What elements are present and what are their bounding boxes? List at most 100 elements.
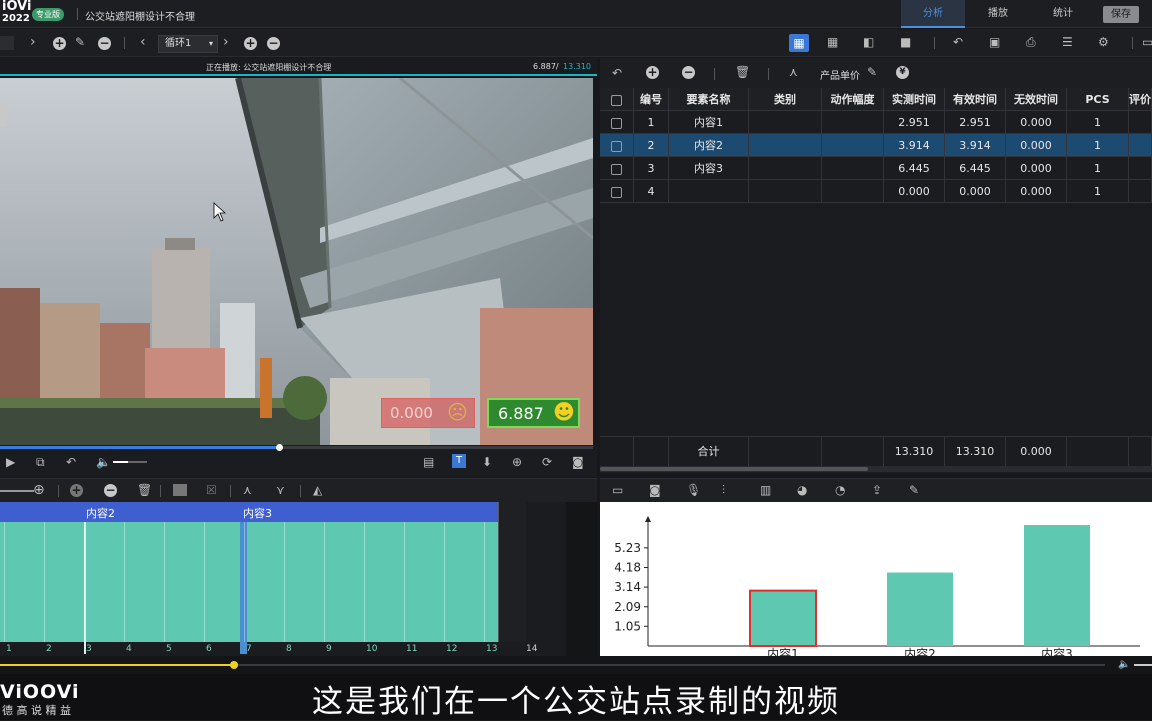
timeline-gridline: [404, 522, 405, 642]
scroll-thumb[interactable]: [600, 467, 868, 471]
person-icon[interactable]: ⋏: [789, 65, 798, 79]
mirror-icon[interactable]: ◭: [313, 483, 322, 497]
document-icon[interactable]: ▤: [423, 455, 434, 469]
volume-icon[interactable]: 🔈: [96, 455, 111, 469]
undo-icon[interactable]: ↶: [953, 35, 963, 49]
playback-track[interactable]: [0, 661, 1105, 669]
play-icon[interactable]: ▶: [6, 455, 15, 469]
left-dropdown[interactable]: [0, 36, 14, 50]
gear-icon[interactable]: ⚙: [1098, 35, 1109, 49]
layout-columns-icon[interactable]: ◧: [863, 35, 874, 49]
bar-内容2: [887, 572, 953, 646]
add-element-icon[interactable]: +: [646, 66, 659, 79]
comment-icon[interactable]: ▭: [612, 483, 623, 497]
remove-segment-icon[interactable]: −: [104, 484, 117, 497]
zoom-icon[interactable]: ⊕: [33, 483, 45, 497]
add-loop-icon[interactable]: +: [244, 37, 257, 50]
rewind-icon[interactable]: ↶: [66, 455, 76, 469]
table-cell-category: [749, 157, 822, 180]
bar-chart-icon[interactable]: ▥: [760, 483, 771, 497]
playhead[interactable]: [230, 661, 239, 669]
video-icon[interactable]: ▣: [989, 35, 1000, 49]
zoom-in-icon[interactable]: ⊕: [512, 455, 522, 469]
remove-loop-icon[interactable]: −: [267, 37, 280, 50]
frame-step-icon[interactable]: ⧉: [36, 455, 45, 469]
pie-chart-icon-2[interactable]: ◔: [835, 483, 845, 497]
undo-icon-2[interactable]: ↶: [612, 66, 622, 80]
video-progress-handle[interactable]: [275, 444, 283, 451]
add-icon[interactable]: +: [53, 37, 66, 50]
tab-analysis[interactable]: 分析: [901, 0, 965, 28]
table-cell-ineffective: 0.000: [1006, 157, 1067, 180]
trash-icon[interactable]: 🗑: [137, 483, 152, 497]
table-cell-measured: 3.914: [884, 134, 945, 157]
timeline-gridline: [244, 522, 245, 642]
timeline-tick-label: 6: [206, 644, 212, 654]
layout-single-icon[interactable]: ■: [900, 35, 911, 49]
delete-element-icon[interactable]: 🗑: [735, 65, 750, 79]
minimize-segment-icon[interactable]: [173, 484, 187, 496]
layout-grid-icon[interactable]: ▦: [789, 34, 809, 52]
edit-chart-icon[interactable]: ✎: [909, 483, 919, 497]
remove-icon[interactable]: −: [98, 37, 111, 50]
tab-statistics[interactable]: 统计: [1031, 0, 1095, 28]
master-volume[interactable]: [1134, 664, 1152, 666]
table-cell-no: 4: [634, 180, 669, 203]
upload-icon[interactable]: ⇪: [872, 483, 882, 497]
edit-price-icon[interactable]: ✎: [867, 65, 877, 79]
timeline-gridline: [44, 522, 45, 642]
refresh-icon[interactable]: ⟳: [542, 455, 552, 469]
table-cell-effective: 2.951: [945, 111, 1006, 134]
row-checkbox[interactable]: [600, 111, 634, 134]
menu-icon[interactable]: ☰: [1062, 35, 1073, 49]
video-progress-track[interactable]: [0, 444, 593, 451]
zoom-slider[interactable]: [0, 490, 34, 492]
table-cell-measured: 6.445: [884, 157, 945, 180]
unit-price-label: 产品单价: [820, 71, 860, 82]
table-cell-rating: [1129, 157, 1152, 180]
camera-icon-2[interactable]: ◙: [649, 483, 661, 497]
equalizer-icon[interactable]: ⫶: [722, 483, 725, 497]
layout-split-icon[interactable]: ▦: [827, 35, 838, 49]
chevron-left-icon[interactable]: ‹: [140, 35, 146, 49]
camera-icon[interactable]: ◙: [572, 455, 584, 469]
table-cell-measured: 0.000: [884, 180, 945, 203]
time-current: 6.887/: [533, 62, 559, 71]
add-segment-icon[interactable]: +: [70, 484, 83, 497]
remove-element-icon[interactable]: −: [682, 66, 695, 79]
table-cell-category: [749, 111, 822, 134]
now-playing-label: 正在播放: 公交站遮阳棚设计不合理: [206, 63, 332, 72]
save-button[interactable]: 保存: [1103, 6, 1139, 23]
split-icon[interactable]: ⋏: [243, 483, 252, 497]
currency-icon[interactable]: ¥: [896, 66, 909, 79]
more-icon[interactable]: ▭: [1142, 35, 1152, 49]
chart-toolbar: ▭ ◙ 🎙 ⫶ ▥ ◕ ◔ ⇪ ✎: [600, 478, 1152, 502]
timeline-gap: [498, 502, 526, 642]
close-segment-icon[interactable]: ☒: [206, 483, 217, 497]
horizontal-scrollbar[interactable]: [600, 466, 1152, 472]
merge-icon[interactable]: ⋎: [276, 483, 285, 497]
microphone-icon[interactable]: 🎙: [686, 483, 701, 497]
table-cell-pcs: 1: [1067, 157, 1129, 180]
timeline-scroll[interactable]: [566, 502, 597, 656]
column-header: PCS: [1067, 88, 1129, 111]
pencil-icon[interactable]: ✎: [75, 35, 85, 49]
chevron-right-icon-2[interactable]: ›: [223, 35, 229, 49]
print-icon[interactable]: ⎙: [1026, 35, 1036, 49]
video-player[interactable]: 0.000 ☹ 6.887 ☻: [0, 78, 593, 445]
loop-select[interactable]: 循环1 ▾: [158, 35, 218, 53]
timeline[interactable]: 内容2 内容3 1 2 3 4 5 6 7 8 9 10 11 12 13 14: [0, 502, 597, 656]
tab-playback[interactable]: 播放: [966, 0, 1030, 28]
row-checkbox[interactable]: [600, 157, 634, 180]
chevron-right-icon[interactable]: ›: [30, 35, 36, 49]
text-mode-icon[interactable]: T: [452, 454, 466, 468]
y-tick-label: 2.09: [614, 600, 641, 614]
select-all-checkbox[interactable]: [600, 88, 634, 111]
download-icon[interactable]: ⬇: [482, 455, 492, 469]
volume-slider[interactable]: [113, 461, 147, 463]
row-checkbox[interactable]: [600, 180, 634, 203]
pie-chart-icon[interactable]: ◕: [797, 483, 807, 497]
volume-icon-2[interactable]: 🔈: [1118, 658, 1130, 672]
row-checkbox[interactable]: [600, 134, 634, 157]
table-cell-amplitude: [822, 180, 884, 203]
